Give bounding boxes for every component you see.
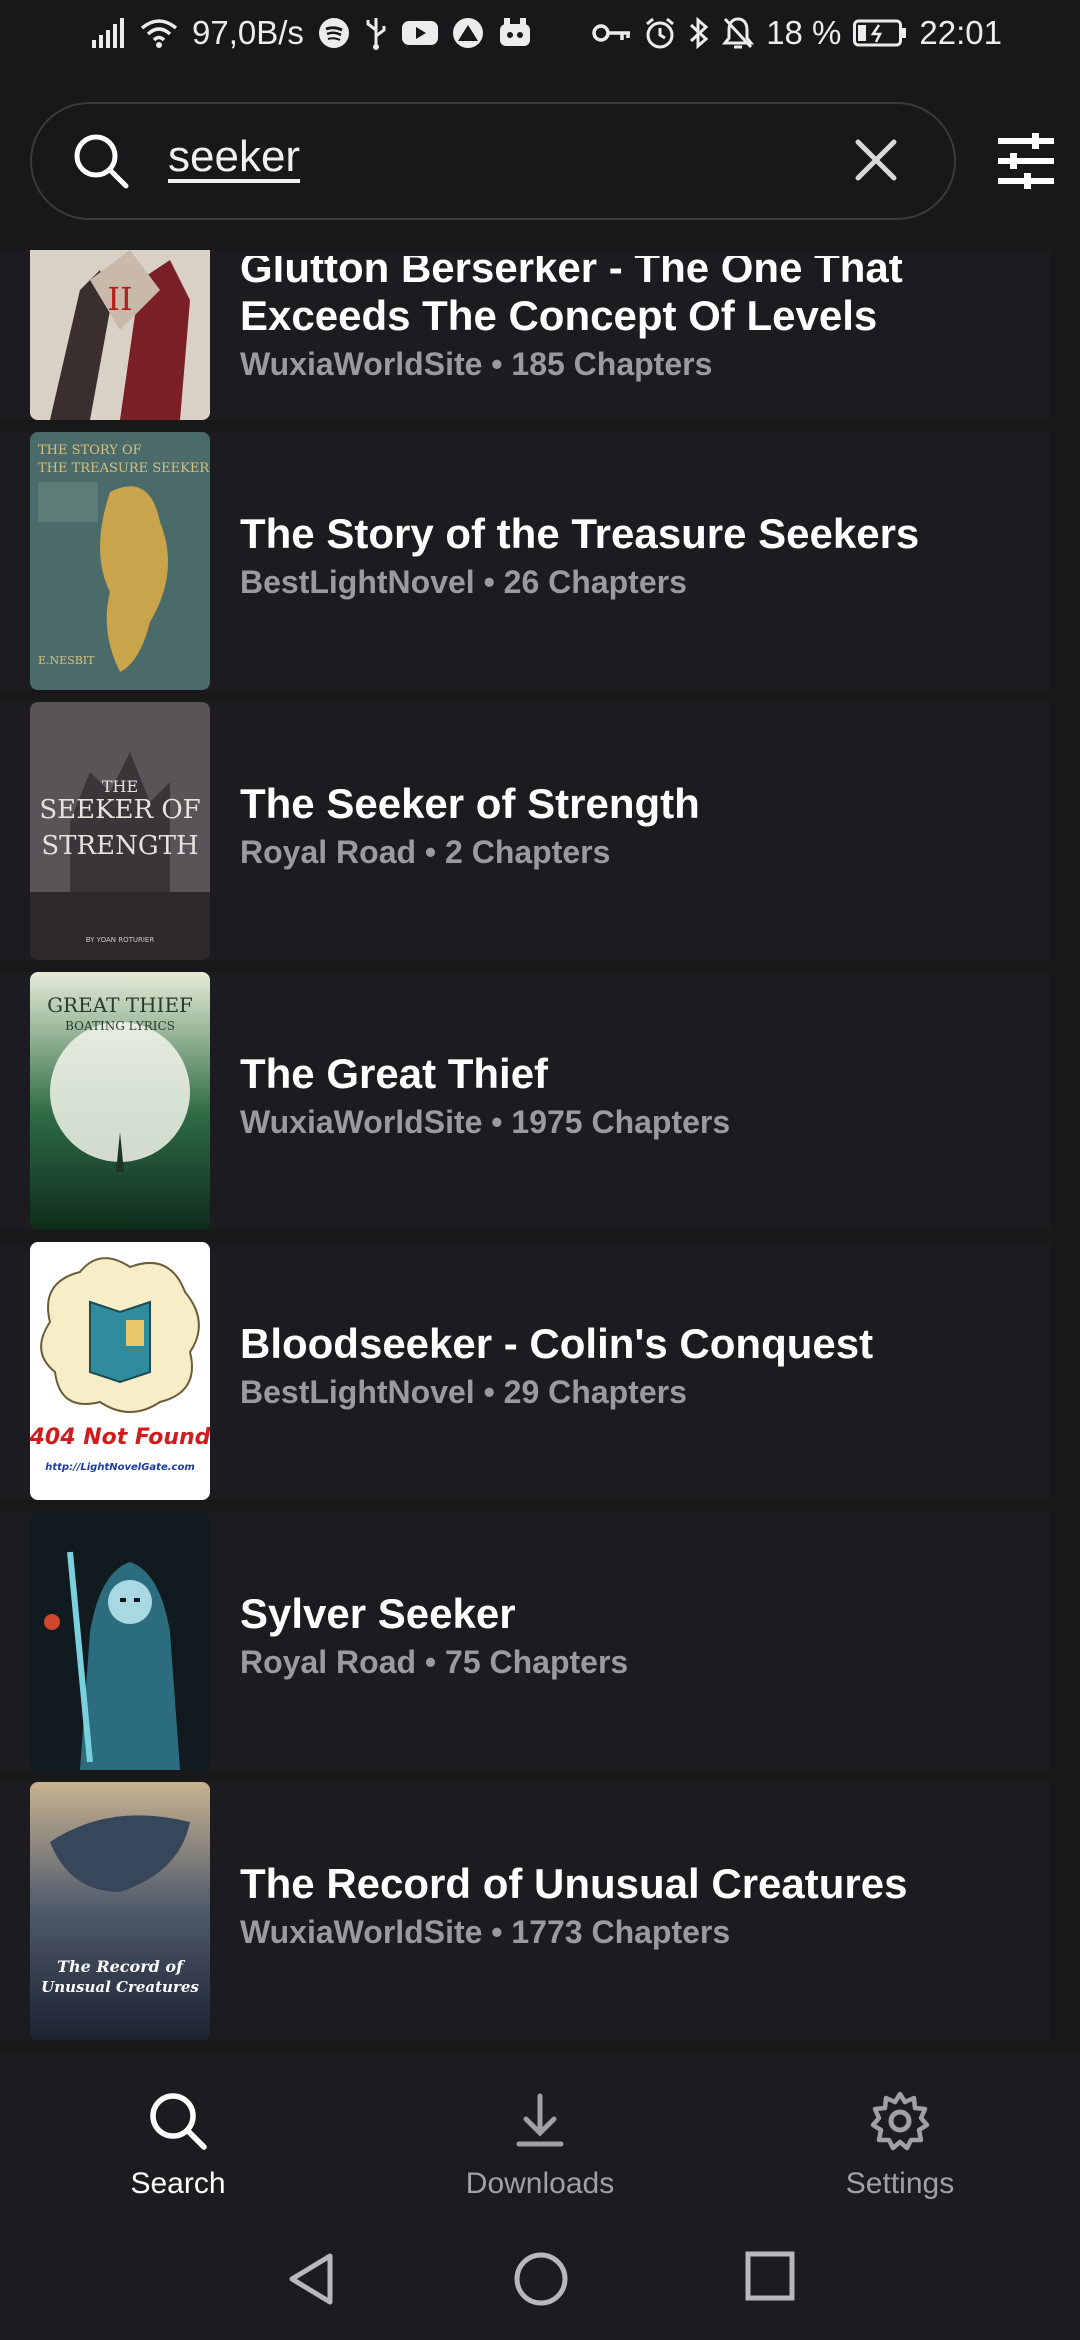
bluetooth-icon <box>688 16 710 50</box>
system-nav-bar <box>0 2222 1080 2340</box>
result-item[interactable]: 404 Not Found http://LightNovelGate.com … <box>0 1242 1050 1500</box>
gear-icon <box>869 2091 931 2156</box>
svg-text:http://LightNovelGate.com: http://LightNovelGate.com <box>45 1462 195 1473</box>
book-cover: II <box>30 250 210 420</box>
recents-icon[interactable] <box>744 2250 796 2307</box>
status-bar: 97,0B/s 18 % 22:01 <box>0 0 1080 72</box>
svg-text:THE STORY OF: THE STORY OF <box>38 443 142 458</box>
search-input[interactable]: seeker <box>168 132 300 182</box>
svg-text:BY YOAN ROTURIER: BY YOAN ROTURIER <box>86 936 155 944</box>
result-item[interactable]: II Glutton Berserker - The One That Exce… <box>0 250 1050 420</box>
nav-label: Downloads <box>465 2167 615 2200</box>
close-icon[interactable] <box>850 134 902 191</box>
book-cover <box>30 1512 210 1770</box>
signal-icon <box>92 18 126 48</box>
book-cover: THE STORY OF THE TREASURE SEEKERS E.NESB… <box>30 432 210 690</box>
time: 22:01 <box>919 14 1002 51</box>
wifi-icon <box>140 18 178 48</box>
key-icon <box>592 21 632 45</box>
search-icon <box>147 2093 209 2156</box>
result-item[interactable]: THE SEEKER OF STRENGTH BY YOAN ROTURIER … <box>0 702 1050 960</box>
net-speed: 97,0B/s <box>192 14 304 51</box>
back-icon[interactable] <box>284 2250 336 2313</box>
nav-downloads[interactable]: Downloads <box>430 2090 650 2201</box>
result-meta: BestLightNovel • 29 Chapters <box>240 1374 687 1410</box>
result-meta: WuxiaWorldSite • 185 Chapters <box>240 346 713 382</box>
nav-search[interactable]: Search <box>68 2090 288 2201</box>
svg-text:E.NESBIT: E.NESBIT <box>38 654 95 667</box>
bottom-nav: Search Downloads Settings <box>0 2052 1080 2222</box>
result-title: The Story of the Treasure Seekers <box>240 510 920 557</box>
filter-icon[interactable] <box>996 133 1056 194</box>
download-icon <box>509 2093 571 2156</box>
status-right: 18 % 22:01 <box>592 14 1002 52</box>
svg-text:THE TREASURE SEEKERS: THE TREASURE SEEKERS <box>38 461 210 476</box>
svg-text:Unusual Creatures: Unusual Creatures <box>41 1978 199 1996</box>
svg-text:II: II <box>107 280 132 318</box>
app-icon <box>452 17 484 49</box>
alarm-icon <box>644 17 676 49</box>
battery-text: 18 % <box>766 14 842 51</box>
result-item[interactable]: THE STORY OF THE TREASURE SEEKERS E.NESB… <box>0 432 1050 690</box>
status-left: 97,0B/s <box>92 14 532 52</box>
book-cover: The Record of Unusual Creatures <box>30 1782 210 2040</box>
nav-label: Settings <box>845 2167 955 2200</box>
svg-text:404 Not Found: 404 Not Found <box>30 1425 210 1450</box>
youtube-icon <box>401 19 438 47</box>
result-title: The Great Thief <box>240 1050 549 1097</box>
search-bar[interactable]: seeker <box>30 102 956 220</box>
svg-text:BOATING LYRICS: BOATING LYRICS <box>65 1019 175 1033</box>
result-meta: Royal Road • 75 Chapters <box>240 1644 629 1680</box>
svg-text:THE: THE <box>102 777 138 796</box>
result-item[interactable]: The Record of Unusual Creatures The Reco… <box>0 1782 1050 2040</box>
book-cover: GREAT THIEF BOATING LYRICS <box>30 972 210 1230</box>
book-cover: THE SEEKER OF STRENGTH BY YOAN ROTURIER <box>30 702 210 960</box>
result-meta: WuxiaWorldSite • 1975 Chapters <box>240 1104 731 1140</box>
svg-text:STRENGTH: STRENGTH <box>41 831 198 861</box>
result-title: The Seeker of Strength <box>240 780 700 827</box>
results-list[interactable]: II Glutton Berserker - The One That Exce… <box>0 250 1080 2052</box>
spotify-icon <box>318 17 350 49</box>
home-icon[interactable] <box>512 2250 570 2313</box>
result-title: Sylver Seeker <box>240 1590 516 1637</box>
book-cover: 404 Not Found http://LightNovelGate.com <box>30 1242 210 1500</box>
search-icon[interactable] <box>72 132 130 195</box>
result-title-line2: Exceeds The Concept Of Levels <box>240 292 878 339</box>
svg-text:GREAT THIEF: GREAT THIEF <box>47 993 193 1017</box>
result-title: Bloodseeker - Colin's Conquest <box>240 1320 874 1367</box>
result-item[interactable]: Sylver Seeker Royal Road • 75 Chapters <box>0 1512 1050 1770</box>
result-item[interactable]: GREAT THIEF BOATING LYRICS The Great Thi… <box>0 972 1050 1230</box>
result-title-line1: Glutton Berserker - The One That <box>240 250 903 291</box>
nav-settings[interactable]: Settings <box>790 2090 1010 2201</box>
nav-label: Search <box>130 2167 226 2200</box>
battery-icon <box>853 19 907 47</box>
game-icon <box>498 18 532 48</box>
result-meta: WuxiaWorldSite • 1773 Chapters <box>240 1914 731 1950</box>
result-title: The Record of Unusual Creatures <box>240 1860 908 1907</box>
svg-text:SEEKER OF: SEEKER OF <box>39 795 200 825</box>
result-meta: Royal Road • 2 Chapters <box>240 834 611 870</box>
usb-icon <box>364 16 388 50</box>
mute-icon <box>722 16 755 50</box>
svg-text:The Record of: The Record of <box>57 1957 186 1976</box>
result-meta: BestLightNovel • 26 Chapters <box>240 564 687 600</box>
